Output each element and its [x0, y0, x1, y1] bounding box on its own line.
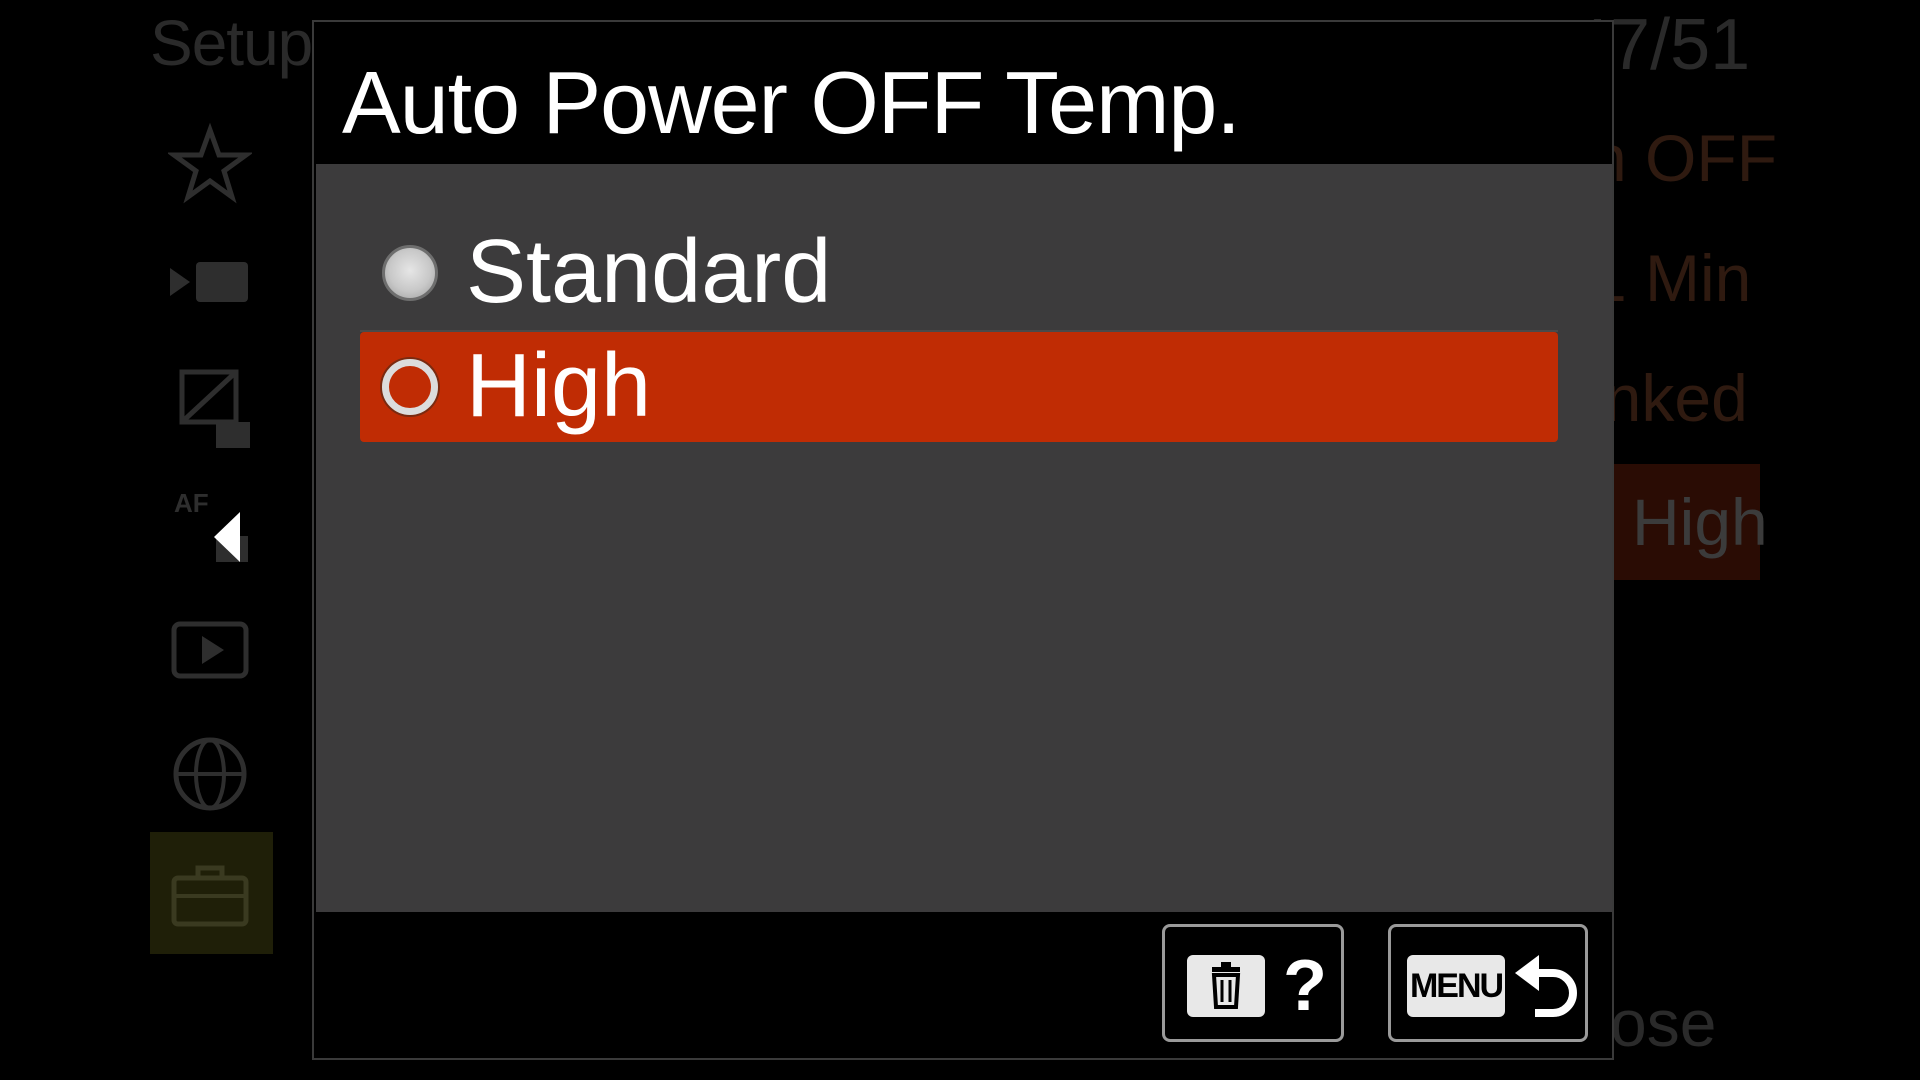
back-button[interactable]: MENU — [1388, 924, 1588, 1042]
star-icon — [166, 122, 254, 206]
menu-key-label: MENU — [1407, 955, 1505, 1017]
help-icon: ? — [1283, 946, 1327, 1026]
option-high[interactable]: High — [360, 332, 1558, 442]
background-item: 1 Min — [1590, 241, 1752, 315]
options-panel: Standard High — [316, 164, 1612, 912]
dialog-title: Auto Power OFF Temp. — [342, 53, 1241, 152]
trash-icon — [1187, 955, 1265, 1017]
movie-icon — [168, 246, 252, 330]
option-label: High — [466, 336, 652, 436]
radio-button-icon — [382, 359, 438, 415]
auto-power-off-temp-dialog: Auto Power OFF Temp. Standard High ? MEN… — [312, 20, 1614, 1060]
help-button[interactable]: ? — [1162, 924, 1344, 1042]
network-icon — [168, 732, 252, 816]
svg-text:AF: AF — [174, 488, 209, 518]
option-label: Standard — [466, 222, 832, 322]
background-item: ose — [1610, 986, 1717, 1060]
exposure-icon — [168, 366, 252, 450]
option-standard[interactable]: Standard — [360, 218, 1558, 332]
toolbox-icon — [168, 852, 252, 936]
background-menu-title: Setup — [150, 7, 313, 79]
return-arrow-icon — [1511, 947, 1581, 1023]
chevron-left-icon — [210, 510, 244, 564]
background-item: n OFF — [1590, 121, 1778, 195]
radio-button-icon — [382, 245, 438, 301]
playback-icon — [168, 610, 252, 694]
